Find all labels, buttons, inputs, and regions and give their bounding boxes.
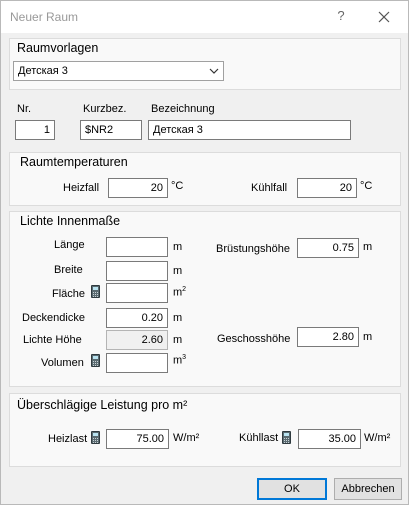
kuehllast-input[interactable]: 35.00 — [298, 429, 361, 449]
room-temperatures-group: Raumtemperaturen Heizfall 20 °C Kühlfall… — [9, 152, 401, 206]
title-bar: Neuer Raum ? — [1, 1, 408, 33]
kuehlfall-label: Kühlfall — [251, 182, 288, 194]
kuehllast-label: Kühllast — [239, 432, 279, 444]
kurzbez-label: Kurzbez. — [83, 103, 127, 115]
flaeche-calculator-icon[interactable] — [91, 285, 100, 298]
chevron-down-icon — [209, 68, 219, 74]
kuehllast-calculator-icon[interactable] — [282, 431, 291, 444]
deckendicke-unit: m — [173, 312, 183, 324]
room-template-select[interactable]: Детская 3 — [13, 61, 224, 81]
ok-button[interactable]: OK — [257, 478, 327, 500]
room-template-selected: Детская 3 — [18, 65, 68, 77]
geschosshoehe-label: Geschosshöhe — [217, 333, 291, 345]
laenge-unit: m — [173, 241, 183, 253]
bruestungshoehe-input[interactable]: 0.75 — [297, 238, 359, 258]
heizfall-input[interactable]: 20 — [108, 178, 168, 198]
kurzbez-input[interactable]: $NR2 — [80, 120, 142, 140]
lichte-hoehe-value: 2.60 — [106, 330, 168, 350]
heizlast-input[interactable]: 75.00 — [106, 429, 169, 449]
laenge-label: Länge — [54, 239, 85, 251]
kuehlfall-unit: °C — [360, 180, 373, 192]
kuehlfall-input[interactable]: 20 — [297, 178, 357, 198]
bruestungshoehe-label: Brüstungshöhe — [216, 243, 290, 255]
heizlast-label: Heizlast — [48, 433, 88, 445]
heizlast-calculator-icon[interactable] — [91, 431, 100, 444]
bezeichnung-input[interactable]: Детская 3 — [148, 120, 351, 140]
bruestungshoehe-unit: m — [363, 241, 373, 253]
room-templates-group: Raumvorlagen Детская 3 — [9, 38, 401, 90]
nr-label: Nr. — [17, 103, 32, 115]
estimated-load-group: Überschlägige Leistung pro m² Heizlast 7… — [9, 393, 401, 467]
laenge-input[interactable] — [106, 237, 168, 257]
breite-label: Breite — [54, 264, 83, 276]
lichte-hoehe-unit: m — [173, 334, 183, 346]
bezeichnung-label: Bezeichnung — [151, 103, 215, 115]
close-button[interactable] — [373, 6, 395, 28]
volumen-input[interactable] — [106, 353, 168, 373]
interior-dimensions-group: Lichte Innenmaße Länge m Breite m Fläche… — [9, 211, 401, 387]
flaeche-input[interactable] — [106, 283, 168, 303]
close-icon — [378, 11, 390, 23]
geschosshoehe-unit: m — [363, 331, 373, 343]
interior-dimensions-title: Lichte Innenmaße — [20, 214, 121, 228]
volumen-calculator-icon[interactable] — [91, 354, 100, 367]
help-button[interactable]: ? — [331, 6, 351, 26]
heizfall-label: Heizfall — [63, 182, 100, 194]
nr-input[interactable]: 1 — [15, 120, 55, 140]
flaeche-unit: m2 — [173, 286, 187, 299]
room-templates-title: Raumvorlagen — [17, 41, 99, 55]
heizlast-unit: W/m² — [173, 432, 200, 444]
cancel-button[interactable]: Abbrechen — [334, 478, 402, 500]
room-temperatures-title: Raumtemperaturen — [20, 155, 128, 169]
lichte-hoehe-label: Lichte Höhe — [23, 334, 82, 346]
heizfall-unit: °C — [171, 180, 184, 192]
breite-unit: m — [173, 265, 183, 277]
volumen-label: Volumen — [41, 357, 84, 369]
window-title: Neuer Raum — [10, 10, 79, 24]
geschosshoehe-input[interactable]: 2.80 — [297, 327, 359, 347]
kuehllast-unit: W/m² — [364, 432, 391, 444]
deckendicke-input[interactable]: 0.20 — [106, 308, 168, 328]
new-room-dialog: Neuer Raum ? Raumvorlagen Детская 3 Nr. … — [0, 0, 409, 505]
breite-input[interactable] — [106, 261, 168, 281]
flaeche-label: Fläche — [52, 288, 86, 300]
deckendicke-label: Deckendicke — [22, 312, 85, 324]
estimated-load-title: Überschlägige Leistung pro m² — [17, 398, 188, 412]
volumen-unit: m3 — [173, 354, 187, 367]
